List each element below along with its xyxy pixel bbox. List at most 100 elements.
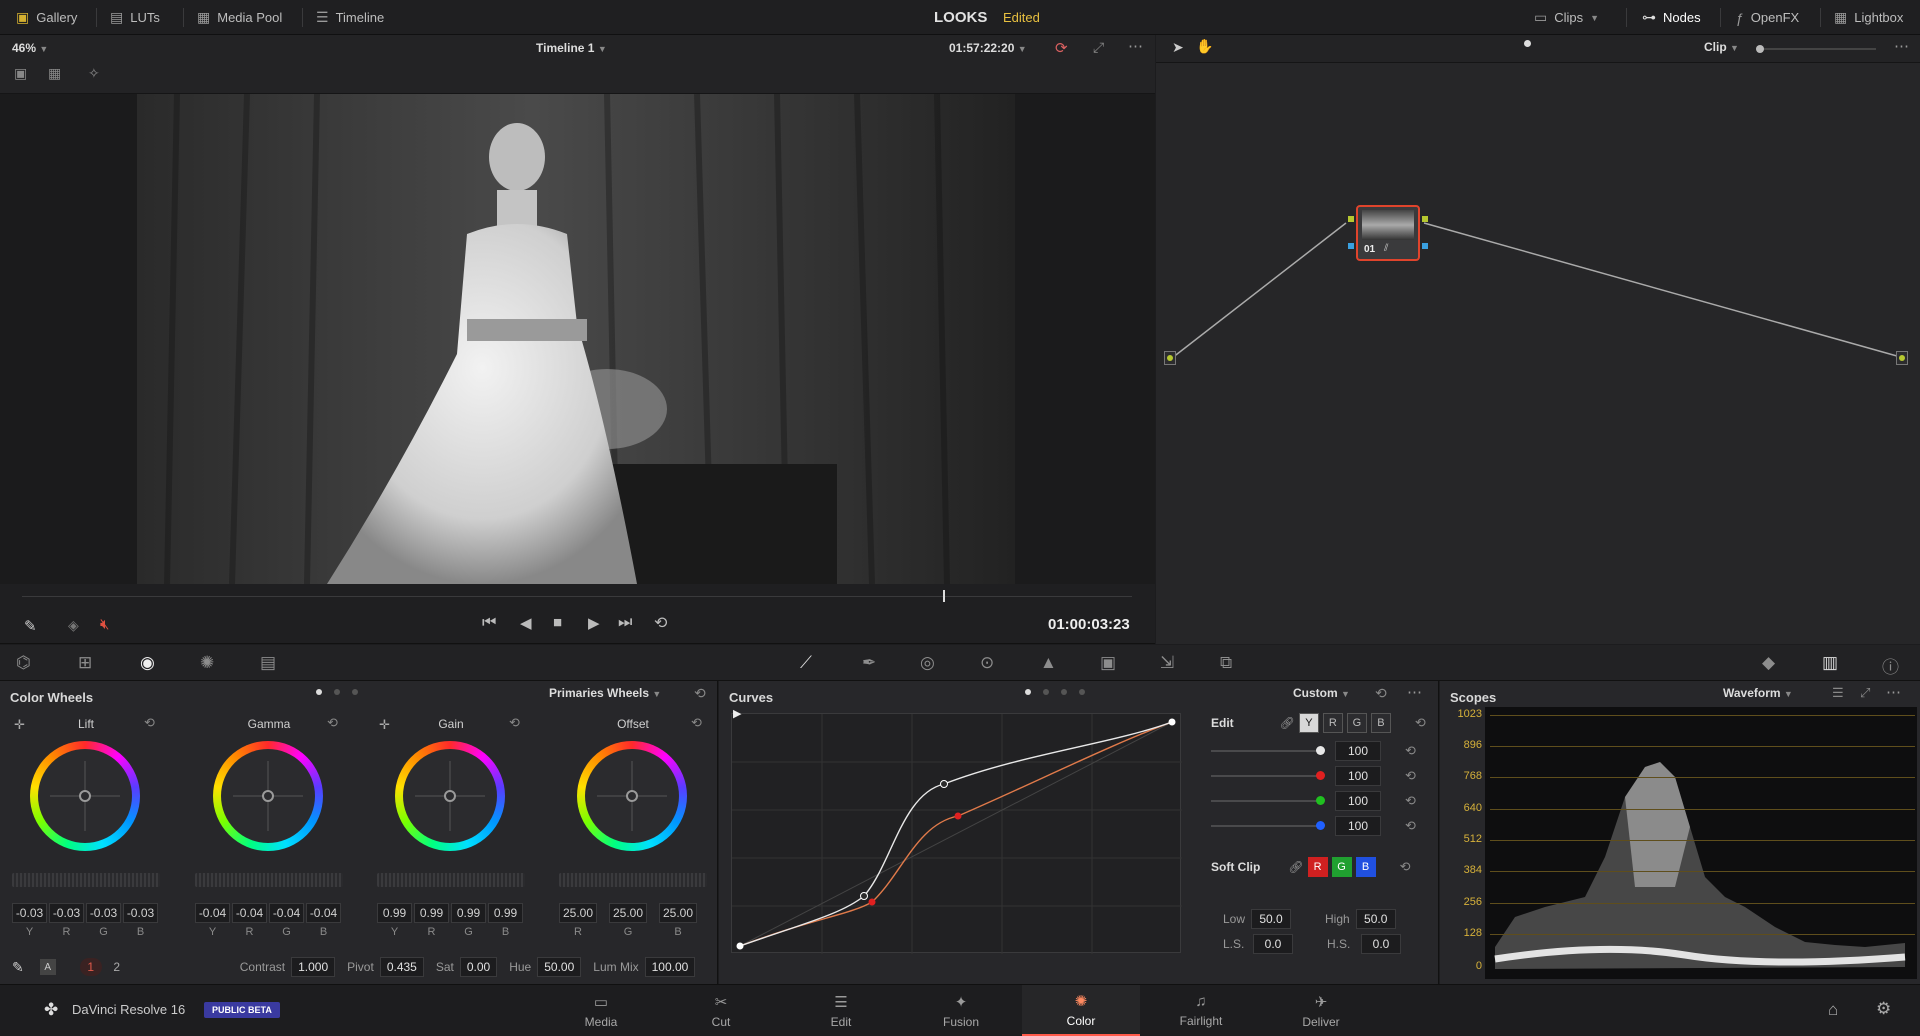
master-wheel[interactable] — [12, 873, 160, 887]
value-field[interactable]: 25.00 — [609, 903, 647, 923]
timeline-button[interactable]: ☰ Timeline — [306, 0, 394, 35]
go-to-start-icon[interactable]: ⏮︎ — [482, 614, 496, 632]
wheel-puck[interactable] — [444, 790, 456, 802]
reset-icon[interactable]: ⟲ — [1405, 768, 1416, 784]
page-tab-media[interactable]: ▭ Media — [542, 985, 660, 1036]
mute-icon[interactable]: 🔇︎ — [100, 616, 109, 633]
value-field[interactable]: -0.04 — [195, 903, 230, 923]
home-icon[interactable]: ⌂ — [1828, 1000, 1838, 1020]
value-field[interactable]: -0.03 — [123, 903, 158, 923]
reset-icon[interactable]: ⟲ — [509, 715, 520, 731]
channel-g-button[interactable]: G — [1346, 713, 1367, 733]
page-tab-edit[interactable]: ☰ Edit — [782, 985, 900, 1036]
wheel-puck[interactable] — [626, 790, 638, 802]
intensity-field[interactable]: 100 — [1335, 791, 1381, 811]
value-field[interactable]: 0.99 — [451, 903, 486, 923]
color-match-icon[interactable]: ⊞ — [78, 653, 92, 673]
curves-mode-select[interactable]: Custom ▼ — [1293, 686, 1350, 700]
single-viewer-icon[interactable]: ▣ — [14, 65, 27, 82]
soft-clip-r-button[interactable]: R — [1307, 857, 1328, 877]
high-field[interactable]: 50.0 — [1355, 909, 1396, 929]
rgb-mixer-icon[interactable]: ✺ — [200, 653, 214, 673]
node-output-rgb[interactable] — [1422, 216, 1428, 222]
color-wheels-icon[interactable]: ◉ — [140, 653, 155, 673]
node-mode-select[interactable]: Clip ▼ — [1704, 40, 1739, 54]
corrector-node-01[interactable]: 01 ⫽ — [1356, 205, 1420, 261]
timecode-select[interactable]: 01:57:22:20 ▼ — [949, 41, 1027, 55]
window-icon[interactable]: ◎ — [920, 653, 935, 673]
master-wheel[interactable] — [195, 873, 343, 887]
master-wheel[interactable] — [377, 873, 525, 887]
gear-icon[interactable]: ⚙ — [1876, 999, 1891, 1019]
value-field[interactable]: -0.04 — [269, 903, 304, 923]
lum-mix-field[interactable]: 100.00 — [644, 957, 696, 977]
page-tab-cut[interactable]: ✂ Cut — [662, 985, 780, 1036]
low-field[interactable]: 50.0 — [1251, 909, 1292, 929]
gallery-button[interactable]: ▣ Gallery — [6, 0, 87, 35]
contrast-field[interactable]: 1.000 — [291, 957, 336, 977]
node-graph[interactable]: 01 ⫽ — [1156, 63, 1920, 644]
value-field[interactable]: 0.99 — [377, 903, 412, 923]
intensity-field[interactable]: 100 — [1335, 816, 1381, 836]
clips-button[interactable]: ▭ Clips ▼ — [1524, 0, 1609, 35]
channel-b-button[interactable]: B — [1370, 713, 1391, 733]
page-tab-fairlight[interactable]: ♫ Fairlight — [1142, 985, 1260, 1036]
sync-icon[interactable]: ⟳ — [1055, 39, 1068, 57]
soft-clip-b-button[interactable]: B — [1355, 857, 1376, 877]
scopes-icon[interactable]: ▥ — [1822, 653, 1838, 673]
value-field[interactable]: 0.99 — [414, 903, 449, 923]
fullscreen-icon[interactable]: ⤢ — [1093, 39, 1104, 56]
hand-icon[interactable]: ✋ — [1196, 38, 1213, 55]
sat-field[interactable]: 0.00 — [459, 957, 498, 977]
page-dot[interactable] — [1025, 689, 1031, 695]
reset-icon[interactable]: ⟲ — [144, 715, 155, 731]
node-input-key[interactable] — [1348, 243, 1354, 249]
page-tab-color[interactable]: ✺ Color — [1022, 985, 1140, 1036]
value-field[interactable]: -0.03 — [49, 903, 84, 923]
source-input[interactable] — [1164, 351, 1176, 365]
reset-icon[interactable]: ⟲ — [1405, 743, 1416, 759]
curve-editor[interactable] — [731, 713, 1182, 954]
color-wheel[interactable] — [30, 741, 140, 851]
pointer-icon[interactable]: ➤ — [1172, 39, 1184, 56]
page-1-button[interactable]: 1 — [79, 958, 102, 976]
nodes-button[interactable]: ⊶ Nodes — [1632, 0, 1711, 35]
output-node[interactable] — [1896, 351, 1908, 365]
node-output-key[interactable] — [1422, 243, 1428, 249]
hue-field[interactable]: 50.00 — [537, 957, 582, 977]
color-wheel[interactable] — [577, 741, 687, 851]
3d-icon[interactable]: ⧉ — [1220, 653, 1232, 673]
more-options-icon[interactable]: ⋯ — [1407, 683, 1422, 701]
value-field[interactable]: -0.03 — [86, 903, 121, 923]
reset-icon[interactable]: ⟲ — [1405, 818, 1416, 834]
value-field[interactable]: 0.99 — [488, 903, 523, 923]
value-field[interactable]: -0.03 — [12, 903, 47, 923]
play-icon[interactable]: ▶ — [588, 614, 600, 632]
tracker-icon[interactable]: ⊙ — [980, 653, 994, 673]
reset-icon[interactable]: ⟲ — [1375, 685, 1387, 702]
link-icon[interactable]: 🔗︎ — [1288, 860, 1303, 874]
magic-wand-icon[interactable]: ✧ — [88, 65, 100, 82]
ls-field[interactable]: 0.0 — [1253, 934, 1293, 954]
intensity-field[interactable]: 100 — [1335, 741, 1381, 761]
reverse-play-icon[interactable]: ◀ — [520, 614, 532, 632]
luts-button[interactable]: ▤ LUTs — [100, 0, 170, 35]
value-field[interactable]: -0.04 — [306, 903, 341, 923]
scope-settings-icon[interactable]: ☰ — [1832, 685, 1844, 701]
media-pool-button[interactable]: ▦ Media Pool — [187, 0, 292, 35]
reset-icon[interactable]: ⟲ — [1415, 715, 1426, 731]
master-wheel[interactable] — [559, 873, 707, 887]
node-zoom-slider[interactable] — [1756, 45, 1876, 53]
soft-clip-g-button[interactable]: G — [1331, 857, 1352, 877]
wheel-puck[interactable] — [262, 790, 274, 802]
auto-balance-icon[interactable]: ✎ — [12, 959, 24, 976]
go-to-end-icon[interactable]: ⏭︎ — [618, 614, 632, 632]
page-dot[interactable] — [1043, 689, 1049, 695]
more-options-icon[interactable]: ⋯ — [1894, 37, 1909, 55]
key-icon[interactable]: ▣ — [1100, 653, 1116, 673]
link-icon[interactable]: 🔗︎ — [1280, 716, 1295, 730]
scrubber-track[interactable] — [22, 596, 1132, 597]
hs-field[interactable]: 0.0 — [1361, 934, 1401, 954]
more-options-icon[interactable]: ⋯ — [1886, 683, 1901, 701]
info-icon[interactable]: ⓘ — [1882, 653, 1899, 678]
